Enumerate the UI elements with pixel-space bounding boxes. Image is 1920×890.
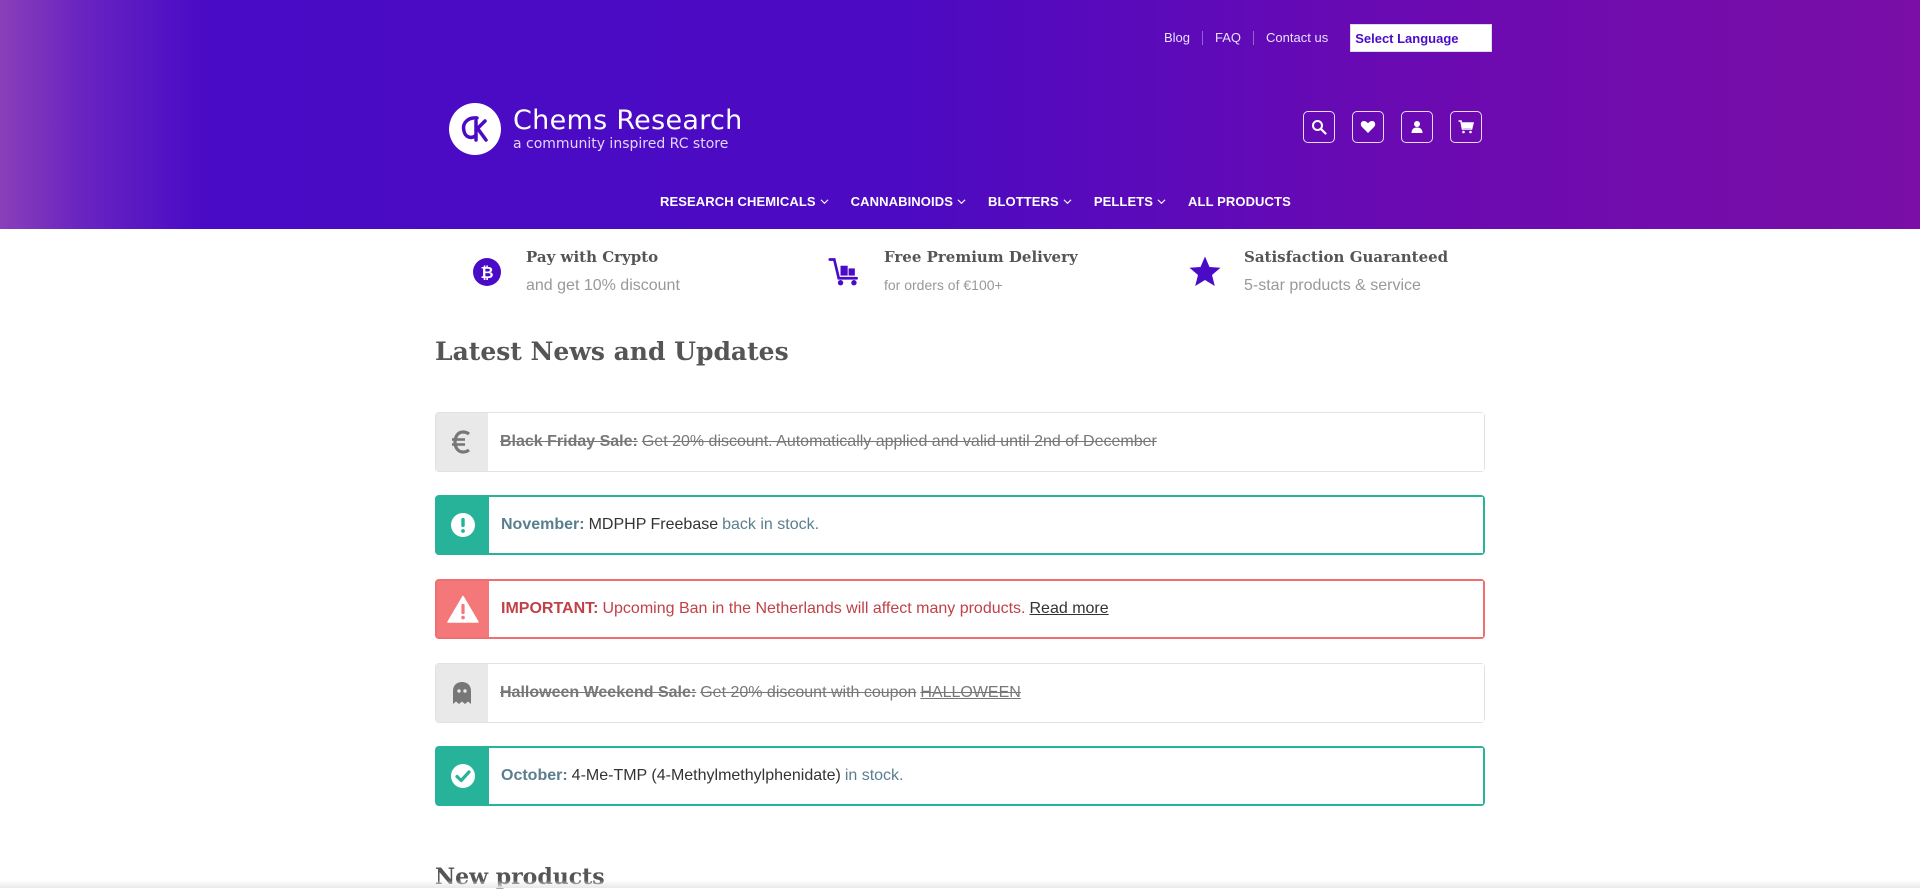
site-tagline: a community inspired RC store (513, 136, 729, 152)
nav-label: ALL PRODUCTS (1188, 194, 1291, 209)
bottom-edge (0, 880, 1920, 888)
news-item-october: October: 4-Me-TMP (4-Methylmethylphenida… (435, 746, 1485, 806)
news-text: in stock. (844, 767, 904, 784)
wishlist-button[interactable] (1352, 111, 1384, 143)
check-icon (437, 748, 489, 804)
news-text: Upcoming Ban in the Netherlands will aff… (602, 600, 1026, 617)
news-label: Black Friday Sale: (500, 433, 638, 450)
nav-label: RESEARCH CHEMICALS (660, 194, 816, 209)
read-more-link[interactable]: Read more (1030, 600, 1109, 618)
news-item-november: November: MDPHP Freebase back in stock. (435, 495, 1485, 555)
chevron-down-icon (1063, 199, 1072, 205)
nav-all-products[interactable]: ALL PRODUCTS (1188, 194, 1291, 209)
exclamation-icon (437, 497, 489, 553)
bitcoin-icon: ₿ (470, 255, 504, 289)
news-label: IMPORTANT: (501, 600, 599, 617)
site-header: Blog FAQ Contact us Select Language Chem… (0, 0, 1920, 229)
chevron-down-icon (957, 199, 966, 205)
site-logo[interactable]: Chems Research a community inspired RC s… (449, 103, 743, 155)
nav-blotters[interactable]: BLOTTERS (988, 194, 1072, 209)
news-label: November: (501, 516, 585, 533)
news-text: Get 20% discount. Automatically applied … (641, 433, 1157, 450)
feature-subtitle: and get 10% discount (526, 277, 680, 294)
warning-icon (437, 581, 489, 637)
feature-delivery: Free Premium Delivery for orders of €100… (828, 247, 1078, 293)
contact-link[interactable]: Contact us (1253, 31, 1340, 45)
feature-title: Satisfaction Guaranteed (1244, 248, 1449, 266)
search-icon (1312, 120, 1327, 135)
svg-text:₿: ₿ (480, 263, 493, 282)
feature-subtitle: 5-star products & service (1244, 277, 1421, 294)
euro-icon (436, 413, 488, 471)
header-actions (1303, 111, 1482, 143)
news-text: Get 20% discount with coupon (700, 684, 917, 701)
news-label: Halloween Weekend Sale: (500, 684, 697, 701)
news-section-title: Latest News and Updates (435, 337, 789, 366)
main-navigation: RESEARCH CHEMICALS CANNABINOIDS BLOTTERS… (660, 194, 1313, 209)
feature-subtitle: for orders of €100+ (884, 277, 1003, 293)
feature-crypto: ₿ Pay with Crypto and get 10% discount (470, 247, 680, 295)
cart-button[interactable] (1450, 111, 1482, 143)
nav-cannabinoids[interactable]: CANNABINOIDS (851, 194, 966, 209)
language-select[interactable]: Select Language (1350, 24, 1493, 52)
nav-pellets[interactable]: PELLETS (1094, 194, 1166, 209)
heart-icon (1360, 120, 1376, 133)
top-links-bar: Blog FAQ Contact us Select Language (1162, 24, 1493, 52)
news-item-important: IMPORTANT: Upcoming Ban in the Netherlan… (435, 579, 1485, 639)
nav-research-chemicals[interactable]: RESEARCH CHEMICALS (660, 194, 829, 209)
logo-mark (449, 103, 501, 155)
nav-label: CANNABINOIDS (850, 194, 953, 209)
news-label: October: (501, 767, 568, 784)
chevron-down-icon (820, 199, 829, 205)
account-button[interactable] (1401, 111, 1433, 143)
news-product-link[interactable]: 4-Me-TMP (4-Methylmethylphenidate) (572, 767, 841, 785)
news-item-halloween: Halloween Weekend Sale: Get 20% discount… (435, 663, 1485, 723)
feature-title: Free Premium Delivery (884, 248, 1078, 266)
faq-link[interactable]: FAQ (1202, 31, 1253, 45)
news-item-black-friday: Black Friday Sale: Get 20% discount. Aut… (435, 412, 1485, 472)
feature-title: Pay with Crypto (526, 248, 659, 266)
site-title: Chems Research (513, 105, 743, 136)
nav-label: BLOTTERS (987, 194, 1059, 209)
chevron-down-icon (1157, 199, 1166, 205)
news-product-link[interactable]: MDPHP Freebase (589, 516, 719, 534)
ghost-icon (436, 664, 488, 722)
news-text: back in stock. (722, 516, 820, 533)
coupon-code[interactable]: HALLOWEEN (920, 684, 1020, 702)
search-button[interactable] (1303, 111, 1335, 143)
cart-icon (1458, 120, 1474, 134)
delivery-cart-icon (828, 255, 862, 289)
feature-satisfaction: Satisfaction Guaranteed 5-star products … (1188, 247, 1448, 295)
features-bar: ₿ Pay with Crypto and get 10% discount F… (470, 247, 1480, 307)
blog-link[interactable]: Blog (1162, 31, 1202, 45)
user-icon (1411, 121, 1423, 133)
nav-label: PELLETS (1093, 194, 1154, 209)
star-icon (1188, 255, 1222, 289)
